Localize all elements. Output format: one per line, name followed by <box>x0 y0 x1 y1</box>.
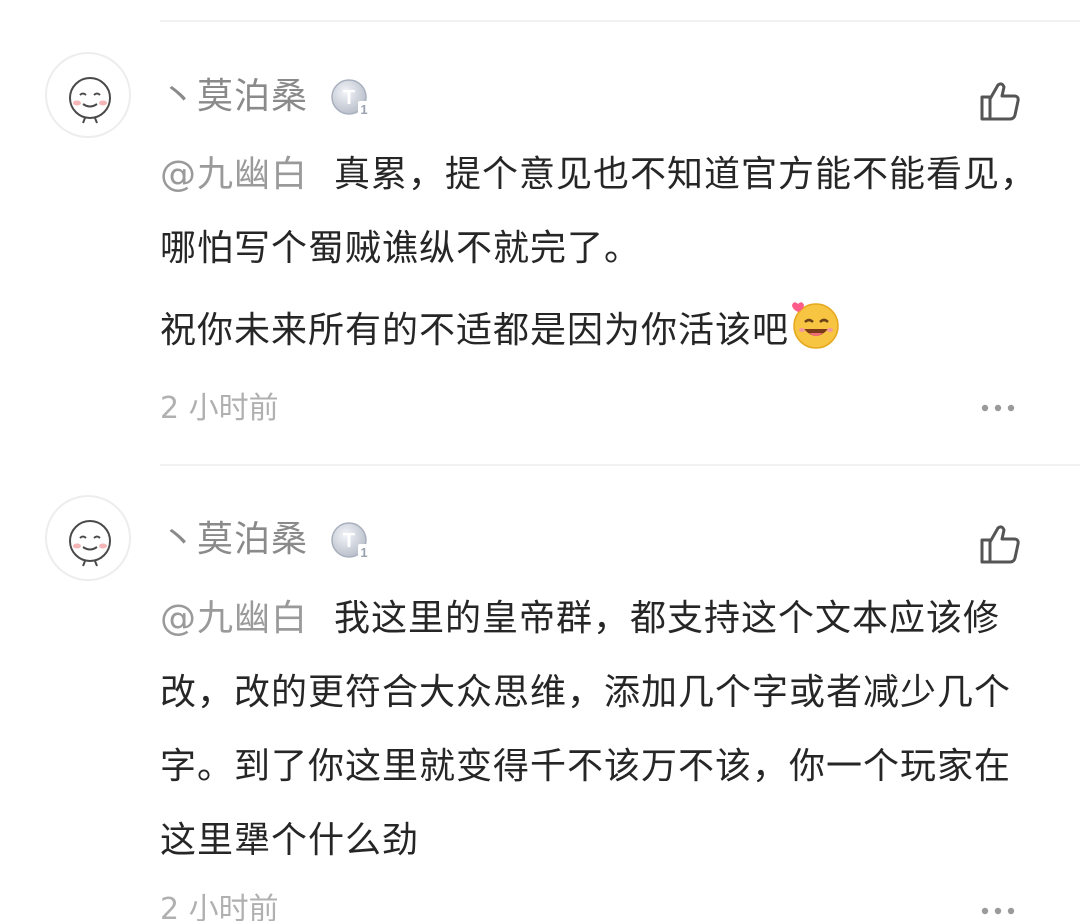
avatar[interactable] <box>45 52 131 138</box>
like-button[interactable] <box>976 77 1024 125</box>
avatar-face-icon <box>69 77 111 124</box>
like-button[interactable] <box>976 520 1024 568</box>
timestamp: 2 小时前 <box>160 391 279 426</box>
comment-body: @九幽白 真累，提个意见也不知道官方能不能看见，哪怕写个蜀贼谯纵不就完了。 祝你未… <box>160 138 1040 368</box>
timestamp: 2 小时前 <box>160 892 279 921</box>
more-options-button[interactable] <box>980 906 1016 916</box>
comment-body: @九幽白 我这里的皇帝群，都支持这个文本应该修改，改的更符合大众思维，添加几个字或… <box>160 582 1040 878</box>
mention-link[interactable]: @九幽白 <box>160 598 308 639</box>
user-level-badge-icon: T 1 <box>330 520 372 562</box>
more-options-button[interactable] <box>980 403 1016 413</box>
comment-paragraph: @九幽白 我这里的皇帝群，都支持这个文本应该修改，改的更符合大众思维，添加几个字或… <box>160 582 1040 878</box>
divider <box>160 464 1080 466</box>
username[interactable]: 丶莫泊桑 <box>160 74 308 120</box>
avatar-face-icon <box>69 520 111 567</box>
more-dots-icon <box>981 907 1015 915</box>
comment-paragraph: 祝你未来所有的不适都是因为你活该吧 <box>160 294 1040 368</box>
svg-text:T: T <box>343 87 355 109</box>
more-dots-icon <box>981 404 1015 412</box>
thumbs-up-icon <box>980 525 1020 564</box>
comment-paragraph: @九幽白 真累，提个意见也不知道官方能不能看见，哪怕写个蜀贼谯纵不就完了。 <box>160 138 1040 286</box>
svg-text:1: 1 <box>360 102 367 117</box>
comment-feed: 丶莫泊桑 T 1 @九幽白 真累，提个意见也不知道官方能不能看见，哪怕写个蜀贼谯… <box>0 0 1080 921</box>
grinning-heart-emoji-icon <box>789 298 841 350</box>
divider <box>160 20 1080 22</box>
username[interactable]: 丶莫泊桑 <box>160 517 308 563</box>
avatar[interactable] <box>45 495 131 581</box>
svg-text:1: 1 <box>360 545 367 560</box>
user-level-badge-icon: T 1 <box>330 77 372 119</box>
comment-text: 祝你未来所有的不适都是因为你活该吧 <box>160 310 790 351</box>
svg-text:T: T <box>343 530 355 552</box>
mention-link[interactable]: @九幽白 <box>160 154 308 195</box>
thumbs-up-icon <box>980 82 1020 121</box>
